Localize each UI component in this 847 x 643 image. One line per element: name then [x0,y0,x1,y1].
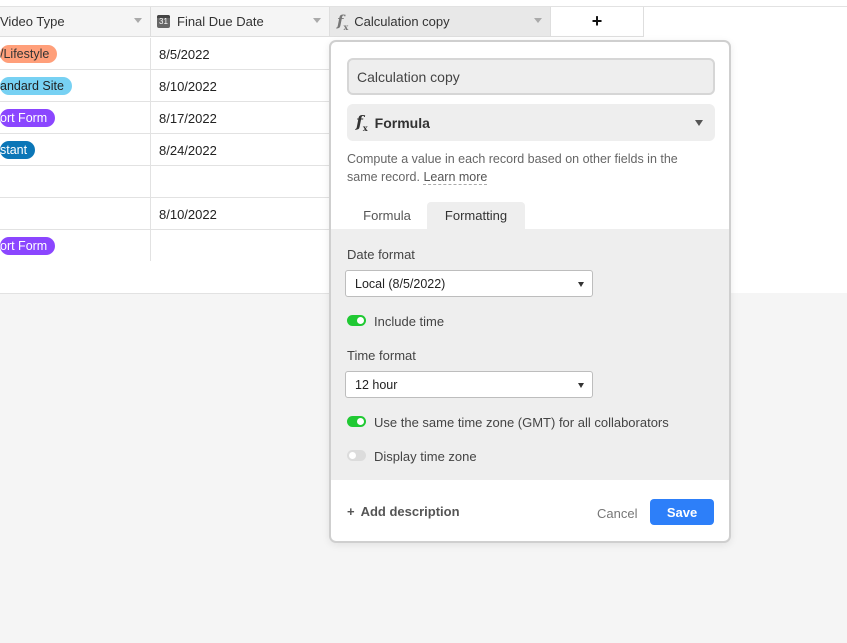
same-timezone-toggle[interactable] [347,416,366,427]
column-menu-caret-icon[interactable] [313,18,321,23]
column-header-calculation-copy[interactable]: fx Calculation copy [330,7,551,37]
video-type-cell[interactable]: /Lifestyle [0,38,151,69]
video-type-cell[interactable] [0,198,151,229]
time-format-value: 12 hour [355,378,398,392]
column-header-final-due-date-label: Final Due Date [177,14,264,29]
column-header-video-type-label: Video Type [0,14,65,29]
video-type-cell[interactable] [0,166,151,197]
video-type-cell[interactable]: stant [0,134,151,165]
video-type-tag: ort Form [0,237,56,255]
final-due-date-cell[interactable]: 8/5/2022 [151,38,330,69]
display-timezone-toggle[interactable] [347,450,366,461]
video-type-tag: ort Form [0,109,56,127]
final-due-date-cell[interactable] [151,230,330,261]
field-type-description: Compute a value in each record based on … [347,150,707,186]
table-row[interactable] [0,166,330,198]
column-menu-caret-icon[interactable] [534,18,542,23]
same-timezone-label: Use the same time zone (GMT) for all col… [374,415,669,430]
column-header-calculation-copy-label: Calculation copy [354,14,450,29]
video-type-tag: stant [0,141,36,159]
date-format-label: Date format [347,247,415,262]
table-row[interactable]: andard Site 8/10/2022 [0,70,330,102]
formula-icon: fx [356,111,368,134]
final-due-date-cell[interactable]: 8/17/2022 [151,102,330,133]
plus-icon: + [591,11,603,31]
display-timezone-label: Display time zone [374,449,477,464]
final-due-date-cell[interactable]: 8/24/2022 [151,134,330,165]
time-format-select[interactable]: 12 hour [345,371,593,398]
final-due-date-cell[interactable]: 8/10/2022 [151,70,330,101]
field-type-select[interactable]: fx Formula [347,104,715,141]
column-header-video-type[interactable]: Video Type [0,7,151,37]
plus-icon: + [347,504,355,519]
video-type-cell[interactable]: andard Site [0,70,151,101]
description-text: Compute a value in each record based on … [347,152,678,184]
video-type-cell[interactable]: ort Form [0,230,151,261]
grid-top-edge [0,0,847,7]
field-config-dialog: fx Formula Compute a value in each recor… [329,40,731,543]
column-menu-caret-icon[interactable] [134,18,142,23]
formula-icon: fx [337,11,349,32]
video-type-cell[interactable]: ort Form [0,102,151,133]
add-description-label: Add description [360,504,460,519]
calendar-icon: 31 [157,15,170,28]
tab-formatting[interactable]: Formatting [427,202,525,229]
table-row[interactable]: stant 8/24/2022 [0,134,330,166]
table-row[interactable]: /Lifestyle 8/5/2022 [0,38,330,70]
toggle-knob [357,317,364,324]
chevron-down-icon [578,383,584,388]
include-time-label: Include time [374,314,445,329]
tab-formula[interactable]: Formula [347,202,427,229]
final-due-date-cell[interactable] [151,166,330,197]
include-time-toggle[interactable] [347,315,366,326]
video-type-tag: andard Site [0,77,72,95]
toggle-knob [349,452,356,459]
add-row-area[interactable] [0,261,330,294]
table-row[interactable]: ort Form [0,230,330,262]
chevron-down-icon [695,120,703,126]
formatting-panel: Date format Local (8/5/2022) Include tim… [331,229,729,480]
save-button[interactable]: Save [650,499,714,525]
final-due-date-cell[interactable]: 8/10/2022 [151,198,330,229]
table-row[interactable]: ort Form 8/17/2022 [0,102,330,134]
add-description-button[interactable]: + Add description [347,504,460,519]
chevron-down-icon [578,282,584,287]
date-format-select[interactable]: Local (8/5/2022) [345,270,593,297]
table-row[interactable]: 8/10/2022 [0,198,330,230]
date-format-value: Local (8/5/2022) [355,277,446,291]
cancel-button[interactable]: Cancel [597,506,637,521]
field-name-input[interactable] [347,58,715,95]
field-type-label: Formula [374,114,430,131]
toggle-knob [357,418,364,425]
video-type-tag: /Lifestyle [0,45,58,63]
column-header-final-due-date[interactable]: 31 Final Due Date [151,7,330,37]
learn-more-link[interactable]: Learn more [423,170,488,185]
add-field-button[interactable]: + [551,7,644,37]
time-format-label: Time format [347,348,416,363]
